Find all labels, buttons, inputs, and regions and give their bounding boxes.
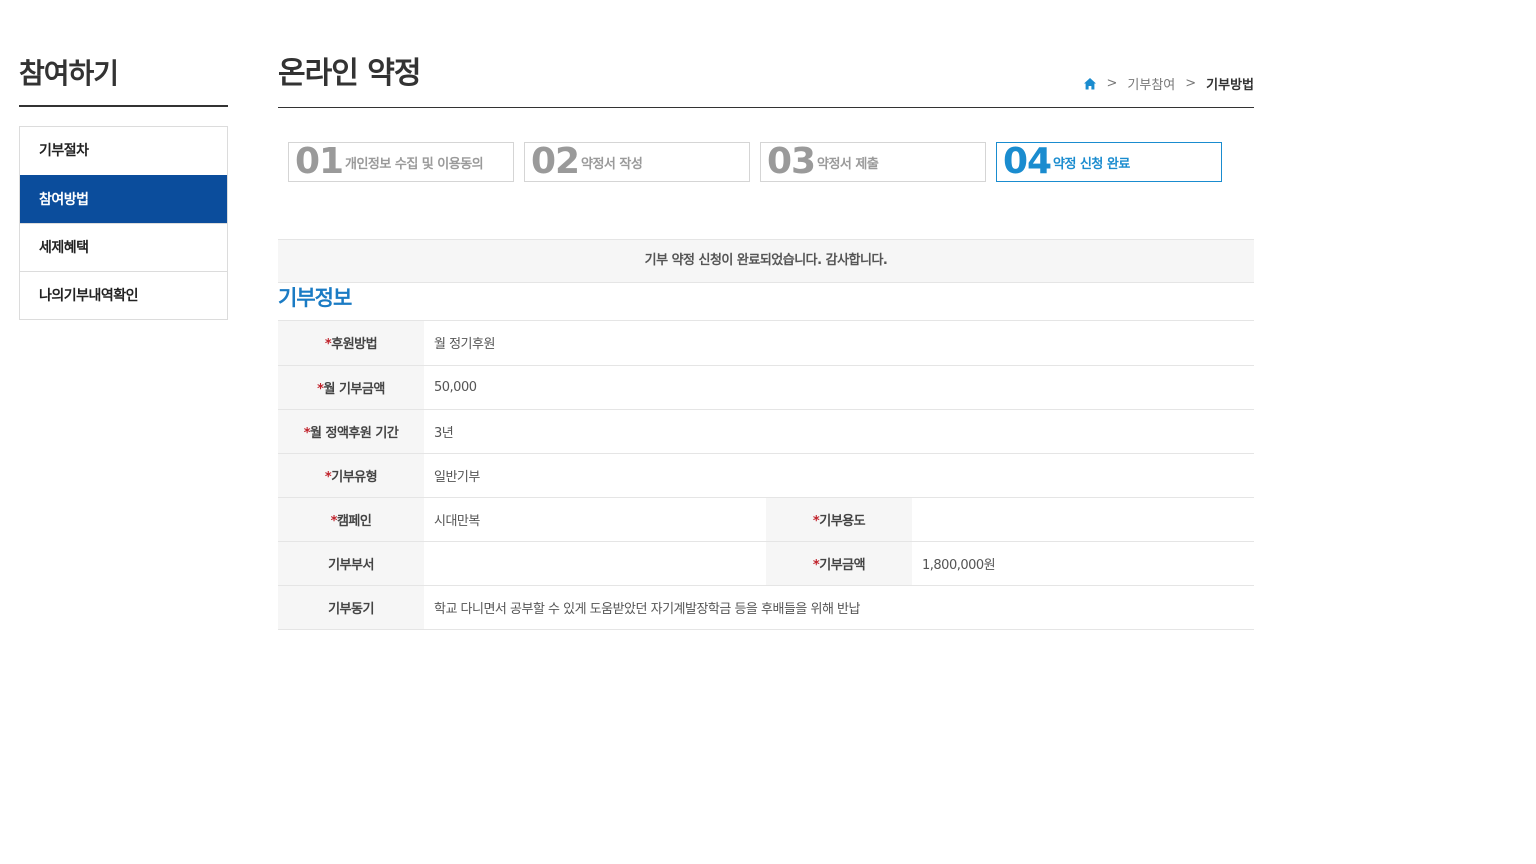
step-4-current: 04 약정 신청 완료	[996, 142, 1222, 182]
step-number: 04	[1003, 141, 1052, 182]
main-content: 온라인 약정 > 기부참여 > 기부방법 01 개인정보 수집 및 이용동의 0…	[278, 54, 1255, 630]
breadcrumb-separator: >	[1185, 76, 1197, 91]
table-row: *후원방법 월 정기후원	[278, 321, 1255, 366]
field-label-method: *후원방법	[278, 321, 424, 366]
table-row: 기부부서 *기부금액 1,800,000원	[278, 541, 1255, 586]
sidebar-menu: 기부절차 참여방법 세제혜택 나의기부내역확인	[19, 126, 228, 320]
field-label-amount: *기부금액	[766, 541, 912, 586]
breadcrumb: > 기부참여 > 기부방법	[1083, 74, 1254, 93]
field-label-type: *기부유형	[278, 453, 424, 498]
step-3: 03 약정서 제출	[760, 142, 986, 182]
step-label: 개인정보 수집 및 이용동의	[345, 156, 484, 172]
field-value-campaign: 시대만복	[424, 497, 766, 542]
field-value-motive: 학교 다니면서 공부할 수 있게 도움받았던 자기계발장학금 등을 후배들을 위…	[424, 585, 1255, 630]
field-label-usage: *기부용도	[766, 497, 912, 542]
field-value-method: 월 정기후원	[424, 321, 1255, 366]
breadcrumb-item-donation-method: 기부방법	[1206, 78, 1254, 93]
step-1: 01 개인정보 수집 및 이용동의	[288, 142, 514, 182]
table-row: *월 정액후원 기간 3년	[278, 409, 1255, 454]
step-indicator: 01 개인정보 수집 및 이용동의 02 약정서 작성 03 약정서 제출 04…	[278, 142, 1254, 182]
field-label-monthly-amount: *월 기부금액	[278, 365, 424, 410]
home-icon[interactable]	[1083, 77, 1097, 91]
field-value-amount: 1,800,000원	[912, 541, 1255, 586]
section-title-donation-info: 기부정보	[278, 283, 1254, 321]
step-number: 02	[531, 141, 580, 182]
field-value-usage	[912, 497, 1255, 542]
sidebar: 참여하기 기부절차 참여방법 세제혜택 나의기부내역확인	[19, 54, 228, 320]
table-row: *기부유형 일반기부	[278, 453, 1255, 498]
sidebar-title: 참여하기	[19, 54, 228, 107]
breadcrumb-separator: >	[1106, 76, 1118, 91]
step-label: 약정 신청 완료	[1053, 156, 1130, 172]
breadcrumb-item-donation-participation[interactable]: 기부참여	[1127, 74, 1175, 93]
sidebar-item-my-donation-history[interactable]: 나의기부내역확인	[20, 271, 227, 319]
sidebar-item-donation-procedure[interactable]: 기부절차	[20, 127, 227, 175]
step-2: 02 약정서 작성	[524, 142, 750, 182]
field-value-type: 일반기부	[424, 453, 1255, 498]
completion-notice: 기부 약정 신청이 완료되었습니다. 감사합니다.	[278, 239, 1254, 283]
table-row: *캠페인 시대만복 *기부용도	[278, 497, 1255, 542]
field-label-motive: 기부동기	[278, 585, 424, 630]
field-value-period: 3년	[424, 409, 1255, 454]
sidebar-item-participation-method[interactable]: 참여방법	[20, 175, 227, 223]
step-label: 약정서 제출	[817, 156, 879, 172]
field-label-department: 기부부서	[278, 541, 424, 586]
page-header: 온라인 약정 > 기부참여 > 기부방법	[278, 54, 1254, 108]
field-label-period: *월 정액후원 기간	[278, 409, 424, 454]
field-label-campaign: *캠페인	[278, 497, 424, 542]
step-number: 01	[295, 141, 344, 182]
step-label: 약정서 작성	[581, 156, 643, 172]
field-value-department	[424, 541, 766, 586]
table-row: 기부동기 학교 다니면서 공부할 수 있게 도움받았던 자기계발장학금 등을 후…	[278, 585, 1255, 630]
step-number: 03	[767, 141, 816, 182]
sidebar-item-tax-benefits[interactable]: 세제혜택	[20, 223, 227, 271]
field-value-monthly-amount: 50,000	[424, 365, 1255, 410]
table-row: *월 기부금액 50,000	[278, 365, 1255, 410]
donation-info-table: *후원방법 월 정기후원 *월 기부금액 50,000 *월 정액후원 기간 3…	[278, 321, 1255, 630]
